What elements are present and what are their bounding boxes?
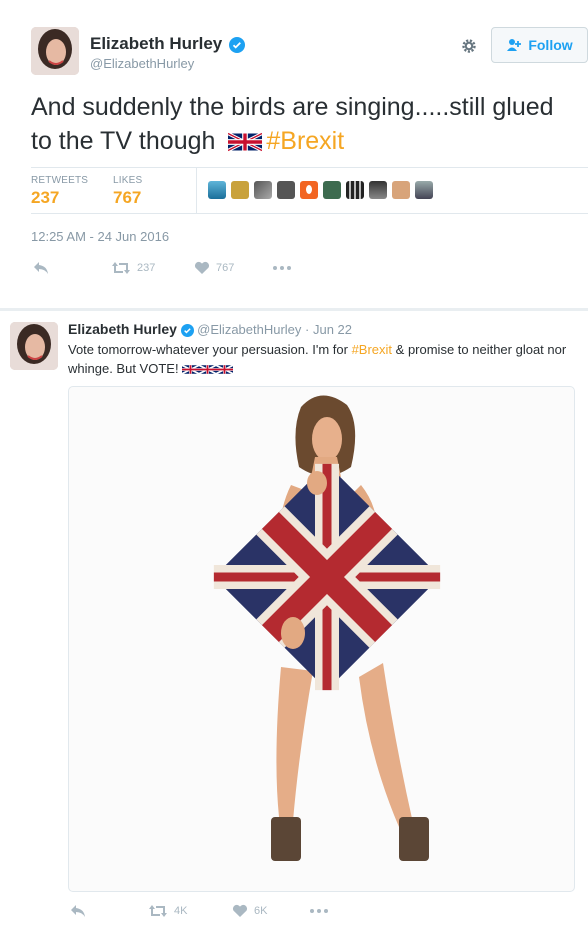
reply-icon: [34, 262, 48, 274]
likes-stat[interactable]: LIKES 767: [113, 175, 142, 208]
quoted-author-avatar[interactable]: [10, 322, 58, 370]
author-handle[interactable]: @ElizabethHurley: [90, 56, 194, 71]
retweet-count: 237: [137, 262, 156, 274]
quoted-heart-icon: [232, 904, 248, 917]
uk-flag-icon: [228, 132, 263, 153]
quoted-reply-icon: [71, 905, 85, 917]
liker-avatar-8[interactable]: [369, 181, 387, 199]
quoted-header: Elizabeth Hurley @ElizabethHurley · Jun …: [68, 320, 352, 339]
liker-avatars: [208, 181, 438, 199]
liker-avatar-1[interactable]: [208, 181, 226, 199]
heart-icon: [194, 261, 210, 274]
stats-top-divider: [31, 167, 588, 168]
quoted-author-handle[interactable]: @ElizabethHurley: [197, 322, 301, 337]
liker-avatar-10[interactable]: [415, 181, 433, 199]
quoted-verified-badge-icon: [180, 324, 194, 338]
quoted-hashtag-link[interactable]: #Brexit: [352, 342, 392, 357]
quoted-retweet-count: 4K: [174, 905, 188, 917]
quoted-date[interactable]: · Jun 22: [305, 322, 352, 337]
tweet-timestamp[interactable]: 12:25 AM - 24 Jun 2016: [31, 229, 169, 244]
liker-avatar-7[interactable]: [346, 181, 364, 199]
retweet-icon: [112, 262, 130, 274]
verified-badge-icon: [229, 36, 245, 53]
uk-flags-icon: [182, 361, 234, 376]
author-avatar[interactable]: [31, 27, 79, 75]
tweet-text: And suddenly the birds are singing.....s…: [31, 93, 554, 155]
quoted-more-dots-icon: [310, 909, 328, 913]
tweet-separator: [0, 308, 588, 311]
more-action[interactable]: [272, 261, 292, 275]
quoted-retweet-icon: [149, 905, 167, 917]
liker-avatar-6[interactable]: [323, 181, 341, 199]
hashtag-link[interactable]: #Brexit: [266, 127, 344, 155]
stats-vertical-divider: [196, 167, 197, 213]
tweet-photo[interactable]: [68, 386, 575, 892]
add-user-icon: [507, 39, 522, 51]
liker-avatar-4[interactable]: [277, 181, 295, 199]
quoted-tweet-text: Vote tomorrow-whatever your persuasion. …: [68, 342, 567, 376]
retweets-stat[interactable]: RETWEETS 237: [31, 175, 88, 208]
reply-action[interactable]: [33, 261, 49, 275]
quoted-more-action[interactable]: [309, 904, 329, 918]
more-dots-icon: [273, 266, 291, 270]
like-action[interactable]: 767: [194, 261, 234, 275]
retweet-action[interactable]: 237: [111, 261, 155, 275]
quoted-like-action[interactable]: 6K: [232, 904, 267, 918]
quoted-retweet-action[interactable]: 4K: [148, 904, 187, 918]
stats-bottom-divider: [31, 213, 588, 214]
follow-button[interactable]: Follow: [491, 27, 588, 63]
liker-avatar-3[interactable]: [254, 181, 272, 199]
quoted-like-count: 6K: [254, 905, 268, 917]
liker-avatar-5-egg-icon[interactable]: [300, 181, 318, 199]
liker-avatar-9[interactable]: [392, 181, 410, 199]
quoted-reply-action[interactable]: [70, 904, 86, 918]
like-count: 767: [216, 262, 235, 274]
photo-content: [213, 395, 441, 861]
follow-label: Follow: [528, 37, 573, 53]
gear-icon[interactable]: [459, 36, 479, 56]
quoted-author-name[interactable]: Elizabeth Hurley: [68, 321, 177, 337]
author-name[interactable]: Elizabeth Hurley: [90, 34, 245, 54]
liker-avatar-2[interactable]: [231, 181, 249, 199]
